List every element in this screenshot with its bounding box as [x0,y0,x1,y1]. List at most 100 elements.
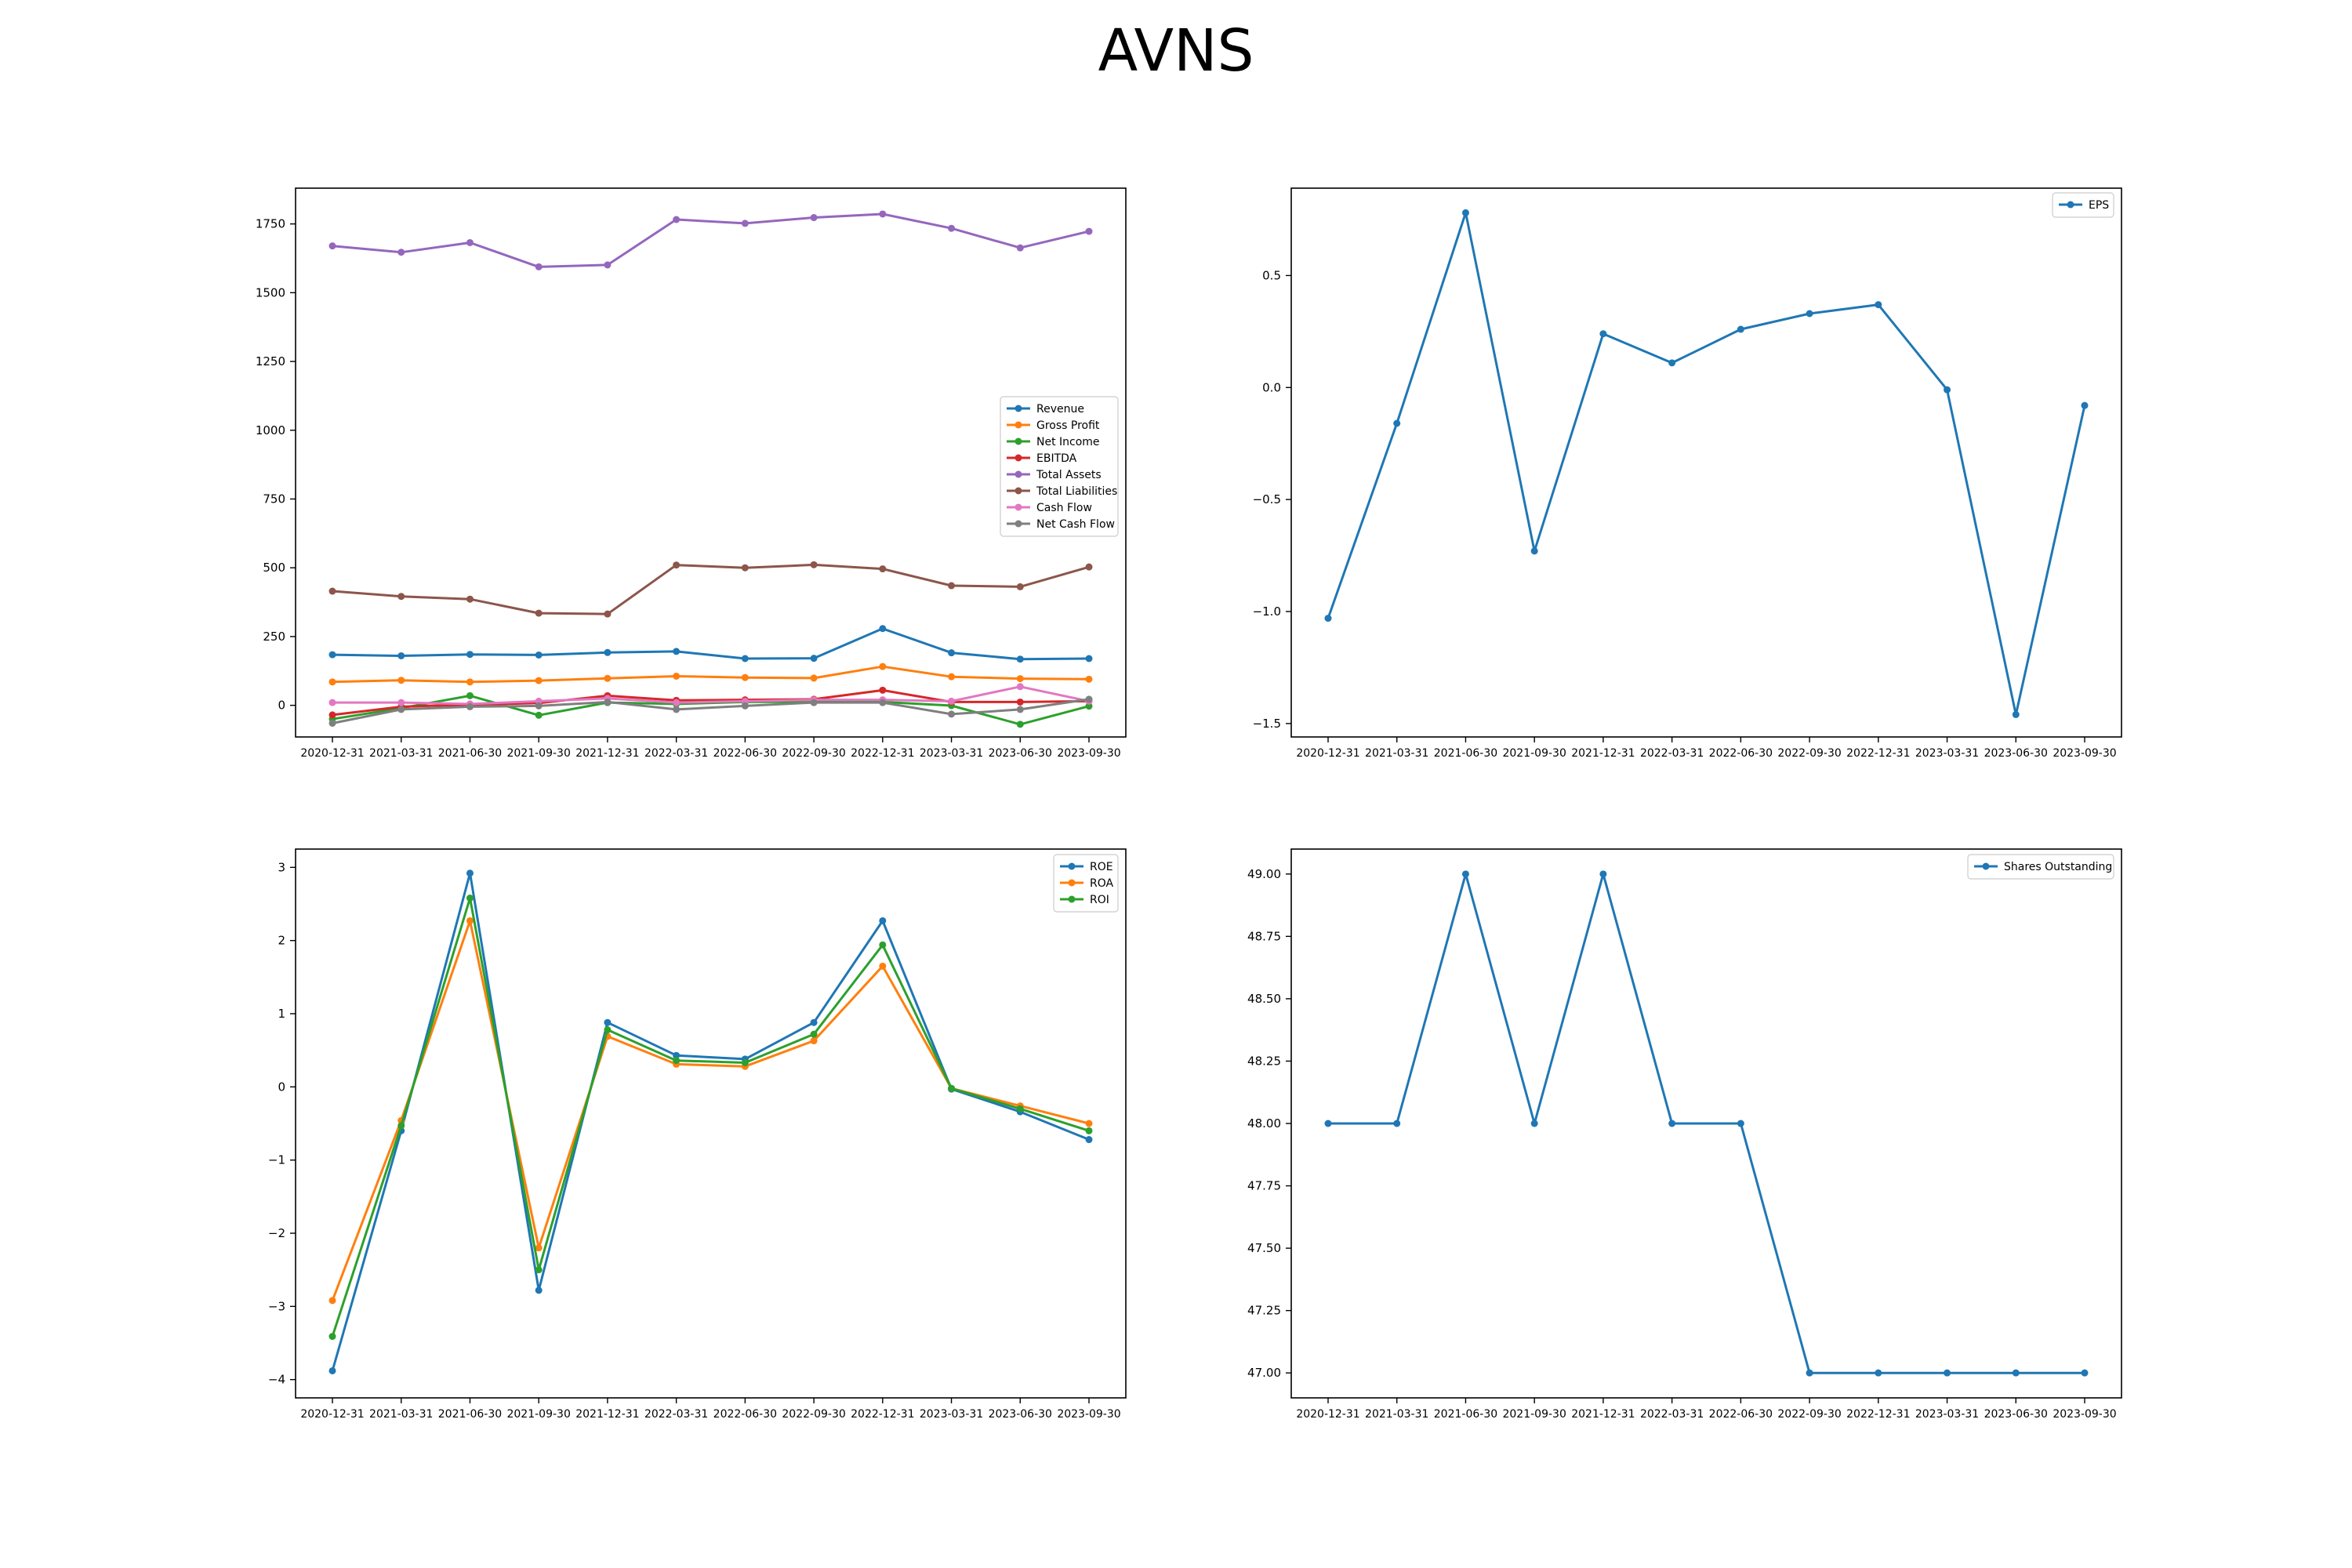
x-tick-label: 2021-09-30 [1502,1408,1566,1421]
data-point-eps [1324,615,1332,622]
financials-chart: 0 250 500 750 1000 1250 1500 1750 2020-12-31 2021… [256,187,1127,760]
legend-swatch-marker [1014,520,1022,528]
data-point-gross-profit [466,678,474,686]
y-tick-label: 48.50 [1247,992,1281,1006]
data-point-net-cash-flow [1016,706,1024,713]
x-tick-label: 2021-09-30 [1502,747,1566,760]
data-point-roi [741,1059,749,1067]
x-tick-label: 2022-03-31 [644,1408,708,1421]
axes-frame [1290,187,2122,738]
data-point-total-assets [535,263,543,270]
legend-swatch-marker [1014,405,1022,412]
data-point-eps [1737,325,1744,333]
data-point-total-liabilities [397,593,405,601]
data-point-shares-outstanding [1944,1369,1951,1377]
x-tick-label: 2022-12-31 [1846,747,1910,760]
legend-label: Gross Profit [1036,419,1100,432]
legend-label: ROA [1090,877,1114,890]
data-point-shares-outstanding [1393,1120,1401,1127]
data-point-net-income [1016,720,1024,728]
x-tick-label: 2020-12-31 [300,1408,364,1421]
data-point-roe [1085,1136,1093,1144]
x-tick-label: 2020-12-31 [300,747,364,760]
y-tick-label: −2 [268,1226,285,1240]
data-point-revenue [810,655,818,662]
x-tick-label: 2023-03-31 [920,1408,983,1421]
data-point-gross-profit [741,673,749,681]
data-point-roi [810,1030,818,1038]
data-point-cash-flow [397,699,405,706]
data-point-shares-outstanding [1461,870,1469,878]
data-point-roi [328,1333,336,1341]
data-point-shares-outstanding [1737,1120,1744,1127]
data-point-total-assets [741,220,749,227]
x-tick-label: 2021-12-31 [1571,1408,1635,1421]
legend-label: Cash Flow [1036,502,1092,514]
data-point-roa [1085,1120,1093,1127]
data-point-roa [810,1037,818,1045]
legend-swatch-marker [1068,862,1076,870]
axes-frame [295,848,1127,1399]
data-point-shares-outstanding [1599,870,1607,878]
data-point-total-liabilities [948,582,956,590]
x-tick-label: 2022-12-31 [851,1408,914,1421]
x-tick-label: 2020-12-31 [1296,747,1359,760]
legend-label: Shares Outstanding [2004,861,2112,873]
data-point-roa [328,1297,336,1305]
data-point-total-assets [604,261,612,269]
data-point-net-cash-flow [741,702,749,710]
legend-label: ROE [1090,861,1113,873]
x-tick-label: 2023-03-31 [1915,1408,1979,1421]
series-line-total-liabilities [332,563,1090,615]
series-line-shares-outstanding [1328,873,2085,1374]
data-point-total-liabilities [328,587,336,595]
data-point-total-liabilities [1016,583,1024,590]
figure-canvas: 0 250 500 750 1000 1250 1500 1750 2020-12-31 2021… [256,187,2122,1421]
x-tick-label: 2022-09-30 [1777,747,1841,760]
y-tick-label: −4 [268,1373,285,1387]
x-tick-label: 2023-06-30 [989,747,1052,760]
legend-label: Net Income [1036,436,1100,448]
data-point-roi [466,895,474,902]
data-point-roi [948,1084,956,1092]
data-point-shares-outstanding [1875,1369,1882,1377]
data-point-cash-flow [328,699,336,706]
data-point-total-assets [1085,227,1093,235]
data-point-total-assets [879,210,887,218]
data-point-gross-profit [535,677,543,684]
x-tick-label: 2020-12-31 [1296,1408,1359,1421]
y-tick-label: 1750 [256,217,285,231]
legend-label: ROI [1090,894,1109,906]
y-tick-label: −1 [268,1153,285,1167]
data-point-net-cash-flow [397,706,405,713]
y-tick-label: 47.75 [1247,1179,1281,1193]
legend-label: Total Liabilities [1036,485,1117,498]
x-tick-label: 2021-03-31 [1365,747,1428,760]
data-point-net-cash-flow [535,702,543,710]
data-point-eps [1461,209,1469,216]
series-line-eps [1327,211,2086,716]
data-point-net-cash-flow [328,719,336,727]
data-point-net-cash-flow [1085,695,1093,703]
data-point-ebitda [879,686,887,694]
y-tick-label: 1250 [256,354,285,368]
legend-swatch-marker [1982,862,1990,870]
data-point-gross-profit [328,678,336,686]
y-tick-label: 49.00 [1247,867,1281,881]
data-point-revenue [604,648,612,656]
legend-swatch-marker [1014,454,1022,462]
legend-swatch-marker [1014,421,1022,429]
data-point-roe [810,1018,818,1026]
x-tick-label: 2023-09-30 [2053,1408,2116,1421]
x-tick-label: 2021-03-31 [1365,1408,1428,1421]
y-tick-label: 48.00 [1247,1116,1281,1131]
data-point-eps [1875,301,1882,309]
x-tick-label: 2022-09-30 [782,1408,845,1421]
legend-label: Net Cash Flow [1036,518,1115,531]
series-line-gross-profit [332,665,1090,684]
data-point-revenue [466,651,474,659]
legend-box [1000,396,1119,537]
x-tick-label: 2023-09-30 [2053,747,2116,760]
data-point-revenue [397,652,405,659]
data-point-ebitda [328,711,336,719]
